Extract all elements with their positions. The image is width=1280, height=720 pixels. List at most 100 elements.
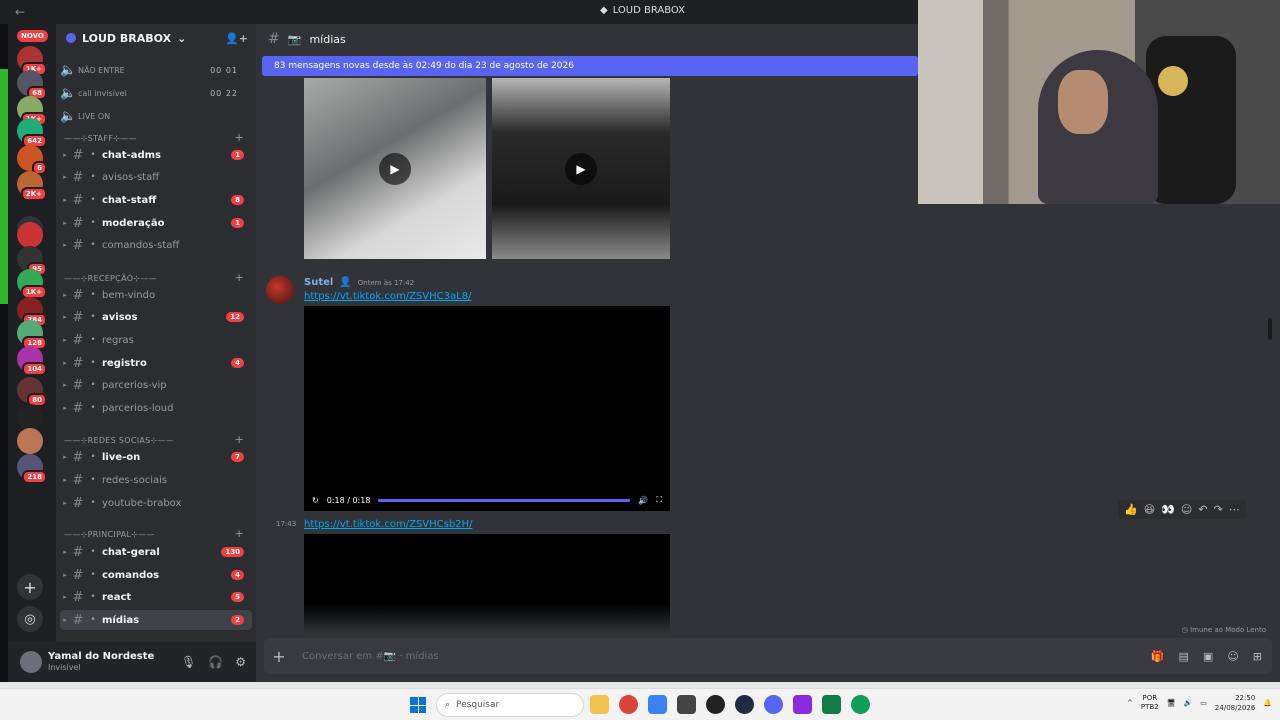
video-progress[interactable] xyxy=(378,498,631,502)
discover-icon[interactable]: ◎ xyxy=(17,606,43,632)
headset-icon[interactable]: 🎧 xyxy=(208,655,223,669)
taskbar-search[interactable]: ⌕ Pesquisar xyxy=(436,693,584,717)
play-icon[interactable]: ▶ xyxy=(379,152,411,185)
channel-react[interactable]: ▸ # • react 5 xyxy=(60,587,252,607)
scrollbar[interactable] xyxy=(1268,318,1272,340)
server-icon[interactable]: 80 xyxy=(17,377,47,407)
channel-registro[interactable]: ▸ # • registro 4 xyxy=(60,353,252,373)
channel-regras[interactable]: ▸ # • regras xyxy=(60,330,252,350)
add-channel-icon[interactable]: + xyxy=(234,527,244,540)
message-link[interactable]: https://vt.tiktok.com/ZSVHCsb2H/ xyxy=(304,519,472,530)
add-channel-icon[interactable]: + xyxy=(234,433,244,446)
apps-icon[interactable]: ⊞ xyxy=(1253,650,1262,663)
add-channel-icon[interactable]: + xyxy=(234,131,244,144)
server-icon[interactable]: 68 xyxy=(17,70,47,100)
app-icon[interactable] xyxy=(735,695,754,714)
channel-comandos[interactable]: ▸ # • comandos 4 xyxy=(60,565,252,585)
more-icon[interactable]: ⋯ xyxy=(1229,503,1240,516)
chrome-icon[interactable] xyxy=(851,695,870,714)
thumbs-up-icon[interactable]: 👍 xyxy=(1124,503,1138,516)
volume-icon[interactable]: 🔊 xyxy=(1184,699,1193,707)
channel-moderação[interactable]: ▸ # • moderação 1 xyxy=(60,213,252,233)
channel-comandos-staff[interactable]: ▸ # • comandos-staff xyxy=(60,235,252,255)
gear-icon[interactable]: ⚙ xyxy=(235,655,246,669)
clock[interactable]: 22:50 24/08/2026 xyxy=(1215,693,1255,713)
network-icon[interactable]: 🖥 xyxy=(1167,699,1176,707)
channel-chat-adms[interactable]: ▸ # • chat-adms 1 xyxy=(60,145,252,165)
mic-icon[interactable]: 🎙 xyxy=(181,655,196,669)
add-channel-icon[interactable]: + xyxy=(234,271,244,284)
avatar[interactable] xyxy=(266,276,294,304)
media-thumbnail[interactable]: ▶ xyxy=(304,78,486,259)
replay-icon[interactable]: ↻ xyxy=(312,496,319,505)
message-composer[interactable]: + Conversar em #📷 · mídias 🎁 ▤ ▣ ☺ ⊞ xyxy=(264,638,1272,674)
server-icon[interactable] xyxy=(17,404,43,430)
server-icon[interactable]: 642 xyxy=(17,118,47,148)
add-server-icon[interactable]: + xyxy=(17,574,43,600)
category-principal[interactable]: ——⊹PRINCIPAL⊹—— + xyxy=(64,527,244,540)
server-icon[interactable]: 2K+ xyxy=(17,171,47,201)
channel-avisos[interactable]: ▸ # • avisos 12 xyxy=(60,307,252,327)
server-icon[interactable]: 104 xyxy=(17,346,47,376)
battery-icon[interactable]: ▭ xyxy=(1200,699,1207,707)
voice-channel[interactable]: 🔈 LIVE ON xyxy=(60,106,252,126)
play-icon[interactable]: ▶ xyxy=(565,152,597,185)
channel-chat-geral[interactable]: ▸ # • chat-geral 130 xyxy=(60,542,252,562)
server-icon[interactable]: 128 xyxy=(17,320,47,350)
file-explorer-icon[interactable] xyxy=(590,695,609,714)
channel-bem-vindo[interactable]: ▸ # • bem-vindo xyxy=(60,285,252,305)
discord-icon[interactable] xyxy=(764,695,783,714)
channel-parcerios-loud[interactable]: ▸ # • parcerios-loud xyxy=(60,398,252,418)
back-arrow-icon[interactable]: ← xyxy=(0,5,40,19)
gif-icon[interactable]: ▤ xyxy=(1179,650,1189,663)
reply-icon[interactable]: ↶ xyxy=(1198,503,1207,516)
invite-icon[interactable]: 👤+ xyxy=(225,32,248,45)
video-player[interactable]: ↻ 0:18 / 0:18 🔊 ⛶ xyxy=(304,306,670,511)
avatar[interactable] xyxy=(20,651,42,673)
channel-youtube-brabox[interactable]: ▸ # • youtube-brabox xyxy=(60,493,252,513)
category-staff[interactable]: ——⊹STAFF⊹—— + xyxy=(64,131,244,144)
channel-parcerios-vip[interactable]: ▸ # • parcerios-vip xyxy=(60,375,252,395)
obs-icon[interactable] xyxy=(706,695,725,714)
volume-icon[interactable]: 🔊 xyxy=(638,496,648,505)
guild-header[interactable]: LOUD BRABOX ⌄ 👤+ xyxy=(56,24,256,52)
attach-icon[interactable]: + xyxy=(264,647,294,666)
fullscreen-icon[interactable]: ⛶ xyxy=(656,495,662,505)
excel-icon[interactable] xyxy=(822,695,841,714)
chevron-up-icon[interactable]: ^ xyxy=(1127,699,1133,707)
channel-chat-staff[interactable]: ▸ # • chat-staff 8 xyxy=(60,190,252,210)
category-recepcao[interactable]: ——⊹RECEPÇÃO⊹—— + xyxy=(64,271,244,284)
gift-icon[interactable]: 🎁 xyxy=(1151,650,1165,663)
sticker-icon[interactable]: ▣ xyxy=(1203,650,1213,663)
server-icon[interactable]: 1K+ xyxy=(17,46,47,76)
voice-channel[interactable]: 🔈 call invisível 00 22 xyxy=(60,83,252,103)
media-thumbnail[interactable]: ▶ xyxy=(492,78,670,259)
channel-avisos-staff[interactable]: ▸ # • avisos-staff xyxy=(60,167,252,187)
eyes-icon[interactable]: 👀 xyxy=(1161,503,1175,516)
chrome-icon[interactable] xyxy=(619,695,638,714)
channel-redes-sociais[interactable]: ▸ # • redes-sociais xyxy=(60,470,252,490)
composer-input[interactable]: Conversar em #📷 · mídias xyxy=(302,651,439,662)
windows-start-icon[interactable] xyxy=(410,697,426,713)
message-link[interactable]: https://vt.tiktok.com/ZSVHC3aL8/ xyxy=(304,291,471,302)
voice-channel[interactable]: 🔈 NÃO ENTRE 00 01 xyxy=(60,60,252,80)
channel-live-on[interactable]: ▸ # • live-on 7 xyxy=(60,447,252,467)
video-player[interactable] xyxy=(304,534,670,634)
app-icon[interactable] xyxy=(793,695,812,714)
server-icon[interactable]: 218 xyxy=(17,454,47,484)
add-reaction-icon[interactable]: ☺ xyxy=(1181,503,1192,516)
app-icon[interactable] xyxy=(648,695,667,714)
forward-icon[interactable]: ↷ xyxy=(1214,503,1223,516)
server-icon[interactable] xyxy=(17,428,43,454)
notification-icon[interactable]: 🔔 xyxy=(1263,699,1272,707)
emoji-icon[interactable]: ☺ xyxy=(1227,650,1238,663)
laugh-icon[interactable]: 😆 xyxy=(1144,503,1155,516)
language-indicator[interactable]: POR PTB2 xyxy=(1141,694,1159,712)
server-icon[interactable]: 6 xyxy=(17,145,47,175)
new-messages-bar[interactable]: 83 mensagens novas desde às 02:49 do dia… xyxy=(262,56,918,76)
app-icon[interactable] xyxy=(677,695,696,714)
server-icon[interactable] xyxy=(17,222,43,248)
channel-mídias[interactable]: ▸ # • mídias 2 xyxy=(60,610,252,630)
category-redes[interactable]: ——⊹REDES SOCIAS⊹—— + xyxy=(64,433,244,446)
server-icon[interactable]: 1K+ xyxy=(17,269,47,299)
